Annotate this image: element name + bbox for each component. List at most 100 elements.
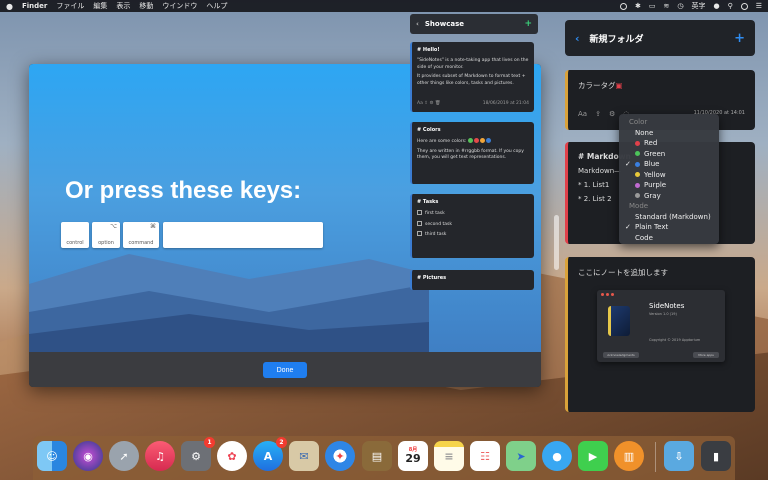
- books-icon[interactable]: ▥: [614, 441, 644, 471]
- menu-item-label: Gray: [644, 191, 661, 200]
- apple-menu-icon[interactable]: ●: [6, 2, 13, 11]
- key-input-field[interactable]: [163, 222, 323, 248]
- red-dot-icon: [635, 140, 640, 146]
- menu-item-label: Green: [644, 149, 666, 158]
- mail-icon[interactable]: ✉: [289, 441, 319, 471]
- add-icon[interactable]: +: [524, 19, 532, 29]
- menu-item-none[interactable]: None: [619, 128, 719, 139]
- panel-drag-handle[interactable]: [554, 215, 559, 270]
- menu-item-label: Code: [635, 233, 653, 242]
- menu-item-purple[interactable]: Purple: [619, 180, 719, 191]
- notification-badge: 1: [204, 437, 215, 448]
- back-icon[interactable]: ‹: [575, 32, 580, 45]
- checkbox[interactable]: [417, 231, 422, 237]
- photos-icon[interactable]: ✿: [217, 441, 247, 471]
- input-source[interactable]: 英字: [691, 1, 705, 11]
- menu-file[interactable]: ファイル: [56, 1, 84, 11]
- note-meta: Aa ⇪ ⚙ 🗑 18/06/2019 at 21:04: [417, 101, 529, 108]
- notefile-icon[interactable]: ▤: [362, 441, 392, 471]
- clock-icon[interactable]: ◷: [677, 2, 683, 10]
- key-symbol: ⌥: [110, 223, 117, 230]
- acknowledgments-button[interactable]: Acknowledgments: [603, 352, 639, 358]
- checkbox[interactable]: [417, 210, 422, 216]
- downloads-folder-icon[interactable]: ⇩: [664, 441, 694, 471]
- note-pictures[interactable]: # Pictures: [410, 270, 534, 290]
- menu-header-mode: Mode: [629, 202, 649, 210]
- app-icon: [608, 306, 630, 336]
- facetime-icon[interactable]: ▶: [578, 441, 608, 471]
- settings-icon[interactable]: ⚙: [609, 110, 615, 118]
- note-tools[interactable]: Aa ⇪ ⚙ 🗑: [417, 101, 441, 108]
- menu-item-blue[interactable]: ✓ Blue: [619, 159, 719, 170]
- share-icon[interactable]: ⇪: [595, 110, 601, 118]
- green-dot-icon: [635, 151, 640, 156]
- menu-item-label: Purple: [644, 181, 667, 189]
- checkbox[interactable]: [417, 220, 422, 226]
- menu-item-label: Yellow: [644, 170, 666, 179]
- messages-icon[interactable]: ●: [542, 441, 572, 471]
- menu-item-standard[interactable]: Standard (Markdown): [619, 212, 719, 223]
- notification-center-icon[interactable]: ☰: [756, 2, 762, 10]
- siri-icon[interactable]: ◉: [73, 441, 103, 471]
- back-icon[interactable]: ‹: [416, 20, 419, 28]
- menu-item-gray[interactable]: Gray: [619, 191, 719, 202]
- zoom-button[interactable]: [611, 293, 614, 296]
- menu-view[interactable]: 表示: [116, 1, 130, 11]
- key-label: control: [66, 240, 84, 246]
- itunes-icon[interactable]: ♫: [145, 441, 175, 471]
- done-button[interactable]: Done: [263, 362, 307, 378]
- status-area: ✱ ▭ ≋ ◷ 英字 ● ⚲ ☰: [619, 1, 762, 11]
- note-tasks[interactable]: # Tasks first task second task third tas…: [410, 194, 534, 258]
- reminders-icon[interactable]: ☷: [470, 441, 500, 471]
- key-symbol: ⌘: [150, 223, 156, 230]
- note-title: # Tasks: [417, 199, 439, 205]
- menu-help[interactable]: ヘルプ: [206, 1, 227, 11]
- maps-icon[interactable]: ➤: [506, 441, 536, 471]
- task-item[interactable]: first task: [417, 210, 529, 218]
- menu-item-green[interactable]: Green: [619, 149, 719, 160]
- notes-icon[interactable]: ≡: [434, 441, 464, 471]
- status-icon[interactable]: [619, 2, 627, 10]
- menu-item-label: None: [635, 128, 654, 137]
- menu-item-label: Plain Text: [635, 223, 669, 231]
- more-apps-button[interactable]: More apps: [693, 352, 719, 358]
- menu-item-label: Red: [644, 139, 658, 147]
- task-item[interactable]: third task: [417, 231, 529, 239]
- system-preferences-icon[interactable]: ⚙ 1: [181, 437, 215, 471]
- yellow-dot-icon: [635, 172, 640, 177]
- safari-icon[interactable]: ✦: [325, 441, 355, 471]
- menu-item-code[interactable]: Code: [619, 233, 719, 244]
- menu-item-red[interactable]: Red: [619, 138, 719, 149]
- note-hello[interactable]: # Hello! "SideNotes" is a note-taking ap…: [410, 42, 534, 112]
- spotlight-icon[interactable]: ⚲: [728, 2, 733, 10]
- task-item[interactable]: second task: [417, 220, 529, 229]
- about-window: SideNotes Version 1.0 (19) Copyright © 2…: [597, 290, 725, 362]
- battery-icon[interactable]: ▭: [649, 2, 656, 10]
- menu-edit[interactable]: 編集: [93, 1, 107, 11]
- format-button[interactable]: Aa: [578, 110, 587, 118]
- note-body: It provides subset of Markdown to format…: [417, 74, 526, 86]
- note-colors[interactable]: # Colors Here are some colors: They are …: [410, 122, 534, 184]
- bluetooth-icon[interactable]: ✱: [635, 2, 641, 10]
- color-mode-menu: Color None Red Green ✓ Blue Yellow Purple…: [619, 114, 719, 244]
- menu-item-yellow[interactable]: Yellow: [619, 170, 719, 181]
- minimize-button[interactable]: [606, 293, 609, 296]
- calendar-icon[interactable]: 8月 29: [398, 441, 428, 471]
- trash-icon[interactable]: ▮: [701, 441, 731, 471]
- menu-go[interactable]: 移動: [139, 1, 153, 11]
- menu-window[interactable]: ウインドウ: [162, 1, 197, 11]
- close-button[interactable]: [601, 293, 604, 296]
- launchpad-icon[interactable]: ➚: [109, 441, 139, 471]
- tag-icon: ▣: [615, 81, 623, 90]
- menu-app-name[interactable]: Finder: [22, 2, 47, 10]
- note-colors-line: Here are some colors:: [417, 138, 529, 146]
- add-note-icon[interactable]: +: [734, 31, 745, 46]
- wifi-icon[interactable]: ≋: [663, 2, 669, 10]
- note-text: ここにノートを追加します: [578, 268, 668, 277]
- siri-icon[interactable]: [740, 2, 748, 10]
- menu-item-plain-text[interactable]: ✓ Plain Text: [619, 222, 719, 233]
- app-store-icon[interactable]: A2: [253, 437, 287, 471]
- dock-separator: [655, 442, 656, 472]
- user-icon[interactable]: ●: [713, 2, 719, 10]
- finder-icon[interactable]: ☺: [37, 441, 67, 471]
